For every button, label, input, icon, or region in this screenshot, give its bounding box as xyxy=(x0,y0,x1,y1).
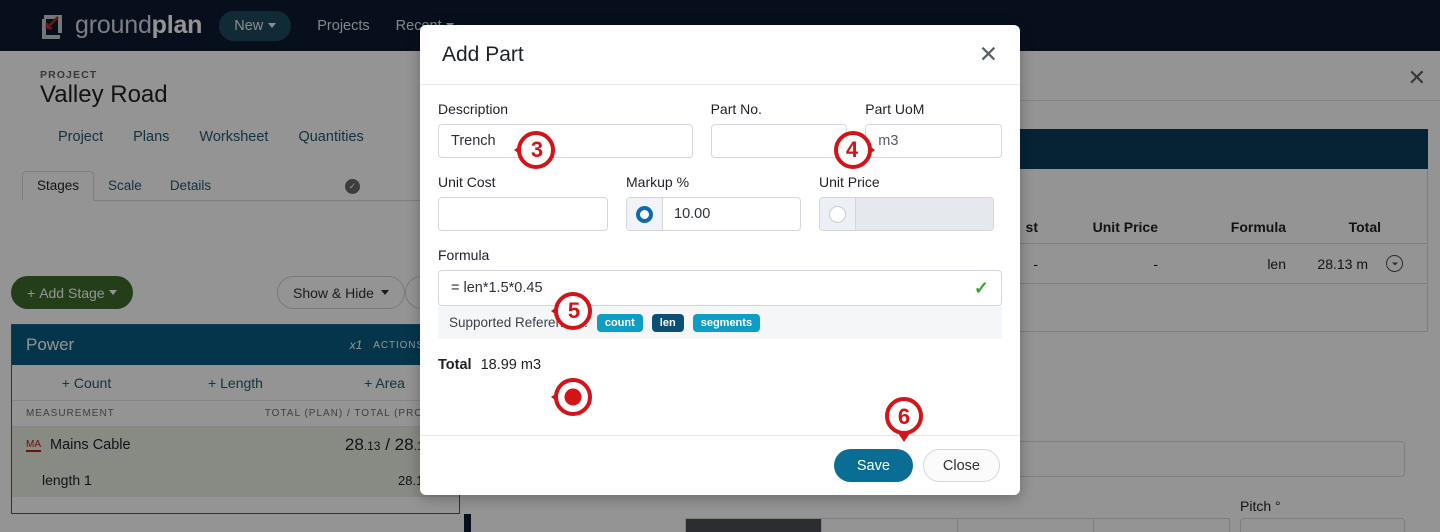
part-no-group: Part No. xyxy=(710,101,848,158)
close-icon[interactable]: ✕ xyxy=(979,43,998,66)
chip-count[interactable]: count xyxy=(596,313,643,332)
add-part-dialog: Add Part ✕ Description Trench Part No. P… xyxy=(420,25,1020,495)
check-icon: ✓ xyxy=(973,277,989,298)
close-button[interactable]: Close xyxy=(922,449,1000,482)
part-uom-input[interactable]: m3 xyxy=(865,124,1003,158)
radio-unselected-icon xyxy=(829,205,846,223)
description-group: Description Trench xyxy=(438,101,693,158)
unit-price-group: Unit Price xyxy=(819,174,994,231)
annotation-label-6: 6 xyxy=(897,404,911,429)
chip-segments[interactable]: segments xyxy=(692,313,761,332)
annotation-marker-5: 5 xyxy=(545,285,597,337)
markup-label: Markup % xyxy=(626,174,690,190)
dialog-footer: Save Close xyxy=(420,435,1020,495)
annotation-label-5: 5 xyxy=(567,298,581,323)
markup-input-wrap[interactable]: 10.00 xyxy=(626,197,801,231)
formula-input[interactable]: = len*1.5*0.45 ✓ xyxy=(438,270,1002,306)
unit-cost-group: Unit Cost xyxy=(438,174,608,231)
total-label: Total xyxy=(438,357,472,373)
annotation-label-3: 3 xyxy=(530,137,544,162)
chip-len[interactable]: len xyxy=(651,313,684,332)
unit-price-radio[interactable] xyxy=(820,198,856,230)
formula-group: Formula = len*1.5*0.45 ✓ Supported Refer… xyxy=(438,247,1002,339)
unit-price-input-wrap[interactable] xyxy=(819,197,994,231)
unit-price-value xyxy=(856,198,993,230)
part-no-input[interactable] xyxy=(710,124,848,158)
markup-group: Markup % 10.00 xyxy=(626,174,801,231)
form-row-2: Unit Cost Markup % 10.00 Unit Price xyxy=(438,174,1002,231)
unit-price-label: Unit Price xyxy=(819,174,880,190)
part-uom-value: m3 xyxy=(878,133,899,149)
supported-references: Supported References: count len segments xyxy=(438,306,1002,339)
annotation-marker-3: 3 xyxy=(508,124,560,176)
description-input[interactable]: Trench xyxy=(438,124,693,158)
markup-radio[interactable] xyxy=(627,198,663,230)
markup-value[interactable]: 10.00 xyxy=(663,198,800,230)
annotation-marker-dot xyxy=(545,371,597,423)
dialog-header: Add Part ✕ xyxy=(420,25,1020,85)
annotation-label-dot xyxy=(545,371,597,423)
radio-selected-icon xyxy=(636,205,653,223)
save-button[interactable]: Save xyxy=(833,449,913,482)
formula-value: = len*1.5*0.45 xyxy=(451,280,543,296)
unit-cost-input[interactable] xyxy=(438,197,608,231)
total-row: Total 18.99 m3 xyxy=(438,357,1002,373)
unit-cost-label: Unit Cost xyxy=(438,174,496,190)
annotation-label-4: 4 xyxy=(845,137,859,162)
description-value: Trench xyxy=(451,133,496,149)
part-uom-group: Part UoM m3 xyxy=(865,101,1003,158)
dialog-title: Add Part xyxy=(442,42,524,66)
total-value: 18.99 m3 xyxy=(480,357,542,373)
annotation-marker-6: 6 xyxy=(878,392,930,448)
formula-label: Formula xyxy=(438,247,490,263)
part-uom-label: Part UoM xyxy=(865,101,925,117)
part-no-label: Part No. xyxy=(710,101,762,117)
annotation-marker-4: 4 xyxy=(829,124,881,176)
description-label: Description xyxy=(438,101,509,117)
